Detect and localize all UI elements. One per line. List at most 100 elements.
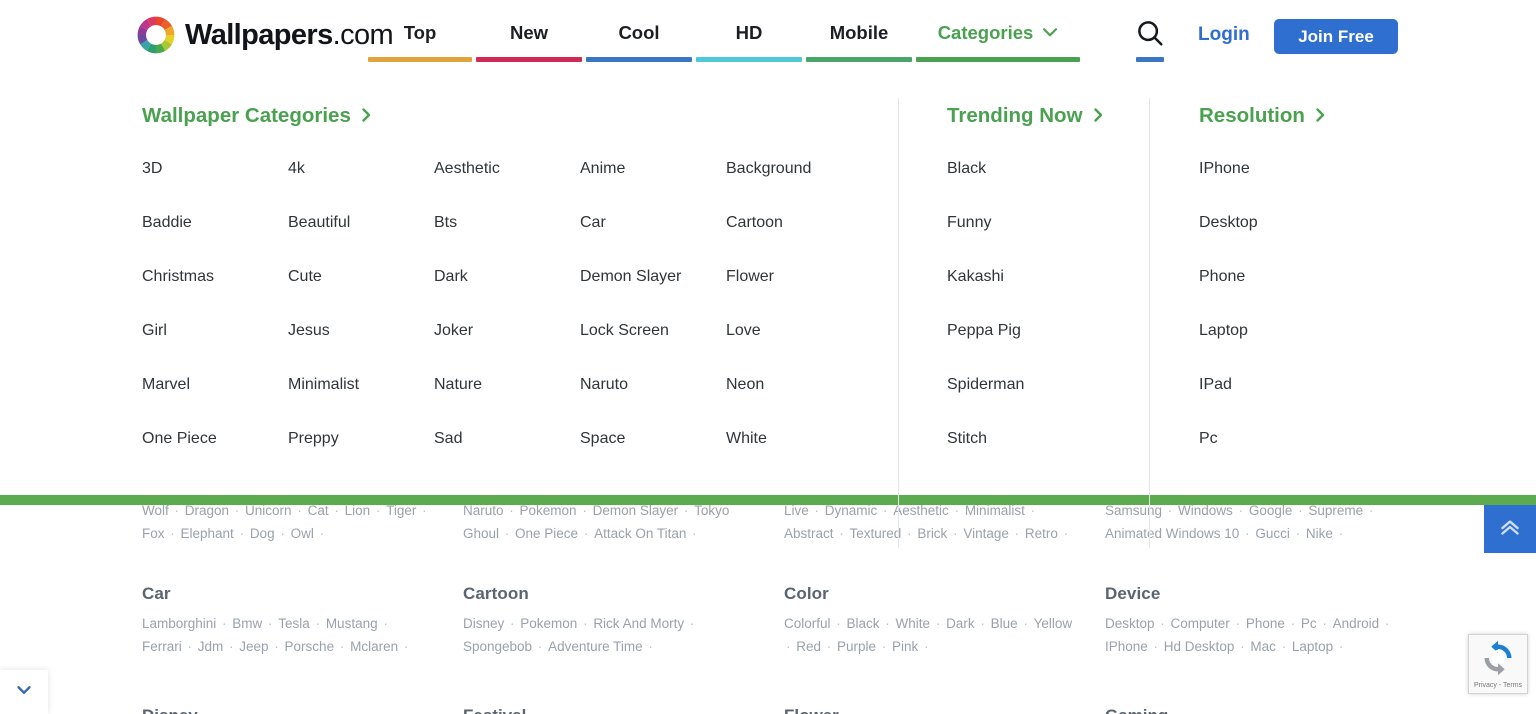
tag-link[interactable]: Cat xyxy=(308,503,329,518)
tag-block-title[interactable]: Device xyxy=(1105,584,1426,604)
scroll-down-button[interactable] xyxy=(0,670,48,714)
tag-link[interactable]: Pink xyxy=(892,639,918,654)
tag-link[interactable]: Attack On Titan xyxy=(594,526,686,541)
tag-link[interactable]: White xyxy=(896,616,931,631)
tag-link[interactable]: Jdm xyxy=(198,639,224,654)
category-link[interactable]: Nature xyxy=(434,374,580,396)
tag-link[interactable]: Mustang xyxy=(326,616,378,631)
resolution-link[interactable]: Laptop xyxy=(1199,320,1399,342)
tag-link[interactable]: Owl xyxy=(291,526,314,541)
tag-link[interactable]: Red xyxy=(796,639,821,654)
tag-block-title[interactable]: Color xyxy=(784,584,1105,604)
tag-link[interactable]: Porsche xyxy=(285,639,335,654)
tag-link[interactable]: Samsung xyxy=(1105,503,1162,518)
tag-link[interactable]: Computer xyxy=(1171,616,1230,631)
category-link[interactable]: 4k xyxy=(288,158,434,180)
category-link[interactable]: Aesthetic xyxy=(434,158,580,180)
category-link[interactable]: Naruto xyxy=(580,374,726,396)
category-link[interactable]: Sad xyxy=(434,428,580,450)
tag-block-title[interactable]: Car xyxy=(142,584,463,604)
tag-link[interactable]: Mac xyxy=(1250,639,1276,654)
trending-link[interactable]: Spiderman xyxy=(947,374,1147,396)
tag-link[interactable]: Black xyxy=(847,616,880,631)
tag-link[interactable]: Spongebob xyxy=(463,639,532,654)
tag-link[interactable]: Demon Slayer xyxy=(593,503,679,518)
tag-link[interactable]: Elephant xyxy=(181,526,234,541)
tag-link[interactable]: Minimalist xyxy=(965,503,1025,518)
trending-now-heading[interactable]: Trending Now xyxy=(947,104,1147,128)
tag-link[interactable]: Pokemon xyxy=(520,503,577,518)
login-link[interactable]: Login xyxy=(1198,24,1250,46)
tag-link[interactable]: Pc xyxy=(1301,616,1317,631)
tag-link[interactable]: Live xyxy=(784,503,809,518)
tag-link[interactable]: Tiger xyxy=(386,503,416,518)
category-link[interactable]: Jesus xyxy=(288,320,434,342)
category-link[interactable]: Space xyxy=(580,428,726,450)
tag-link[interactable]: Yellow xyxy=(1034,616,1073,631)
category-link[interactable]: Beautiful xyxy=(288,212,434,234)
tag-block-title[interactable]: Cartoon xyxy=(463,584,784,604)
trending-link[interactable]: Kakashi xyxy=(947,266,1147,288)
tag-link[interactable]: One Piece xyxy=(515,526,578,541)
tag-link[interactable]: Animated Windows 10 xyxy=(1105,526,1239,541)
nav-item-hd[interactable]: HD xyxy=(694,0,804,70)
tag-block-title[interactable]: Flower xyxy=(784,706,1105,714)
trending-link[interactable]: Black xyxy=(947,158,1147,180)
tag-link[interactable]: Adventure Time xyxy=(548,639,643,654)
category-link[interactable]: Cute xyxy=(288,266,434,288)
category-link[interactable]: Cartoon xyxy=(726,212,872,234)
tag-link[interactable]: Mclaren xyxy=(350,639,398,654)
category-link[interactable]: 3D xyxy=(142,158,288,180)
tag-link[interactable]: Android xyxy=(1333,616,1380,631)
tag-link[interactable]: Lamborghini xyxy=(142,616,216,631)
tag-link[interactable]: Rick And Morty xyxy=(593,616,684,631)
nav-item-top[interactable]: Top xyxy=(366,0,474,70)
tag-link[interactable]: Colorful xyxy=(784,616,831,631)
category-link[interactable]: Anime xyxy=(580,158,726,180)
category-link[interactable]: Christmas xyxy=(142,266,288,288)
resolution-heading[interactable]: Resolution xyxy=(1199,104,1399,128)
resolution-link[interactable]: IPhone xyxy=(1199,158,1399,180)
tag-link[interactable]: Supreme xyxy=(1308,503,1363,518)
tag-link[interactable]: Laptop xyxy=(1292,639,1333,654)
tag-link[interactable]: Ferrari xyxy=(142,639,182,654)
category-link[interactable]: Preppy xyxy=(288,428,434,450)
category-link[interactable]: Joker xyxy=(434,320,580,342)
tag-link[interactable]: Lion xyxy=(345,503,371,518)
tag-link[interactable]: Jeep xyxy=(239,639,268,654)
tag-link[interactable]: Nike xyxy=(1306,526,1333,541)
tag-link[interactable]: Retro xyxy=(1025,526,1058,541)
tag-link[interactable]: Pokemon xyxy=(520,616,577,631)
tag-link[interactable]: Gucci xyxy=(1255,526,1290,541)
tag-link[interactable]: Textured xyxy=(850,526,902,541)
category-link[interactable]: Flower xyxy=(726,266,872,288)
trending-link[interactable]: Stitch xyxy=(947,428,1147,450)
tag-link[interactable]: Dynamic xyxy=(825,503,878,518)
trending-link[interactable]: Funny xyxy=(947,212,1147,234)
tag-link[interactable]: Aesthetic xyxy=(893,503,949,518)
category-link[interactable]: Neon xyxy=(726,374,872,396)
resolution-link[interactable]: Desktop xyxy=(1199,212,1399,234)
nav-item-categories[interactable]: Categories xyxy=(914,0,1082,70)
category-link[interactable]: White xyxy=(726,428,872,450)
category-link[interactable]: Bts xyxy=(434,212,580,234)
back-to-top-button[interactable] xyxy=(1484,505,1536,553)
nav-item-mobile[interactable]: Mobile xyxy=(804,0,914,70)
resolution-link[interactable]: IPad xyxy=(1199,374,1399,396)
category-link[interactable]: Dark xyxy=(434,266,580,288)
category-link[interactable]: Love xyxy=(726,320,872,342)
tag-link[interactable]: Google xyxy=(1249,503,1293,518)
recaptcha-badge[interactable]: Privacy - Terms xyxy=(1468,634,1528,694)
category-link[interactable]: Demon Slayer xyxy=(580,266,726,288)
tag-link[interactable]: Dog xyxy=(250,526,275,541)
category-link[interactable]: Lock Screen xyxy=(580,320,726,342)
tag-link[interactable]: Desktop xyxy=(1105,616,1155,631)
tag-link[interactable]: Fox xyxy=(142,526,165,541)
tag-block-title[interactable]: Festival xyxy=(463,706,784,714)
tag-link[interactable]: Dark xyxy=(946,616,975,631)
tag-link[interactable]: Hd Desktop xyxy=(1164,639,1235,654)
trending-link[interactable]: Peppa Pig xyxy=(947,320,1147,342)
nav-item-cool[interactable]: Cool xyxy=(584,0,694,70)
tag-link[interactable]: IPhone xyxy=(1105,639,1148,654)
category-link[interactable]: Marvel xyxy=(142,374,288,396)
